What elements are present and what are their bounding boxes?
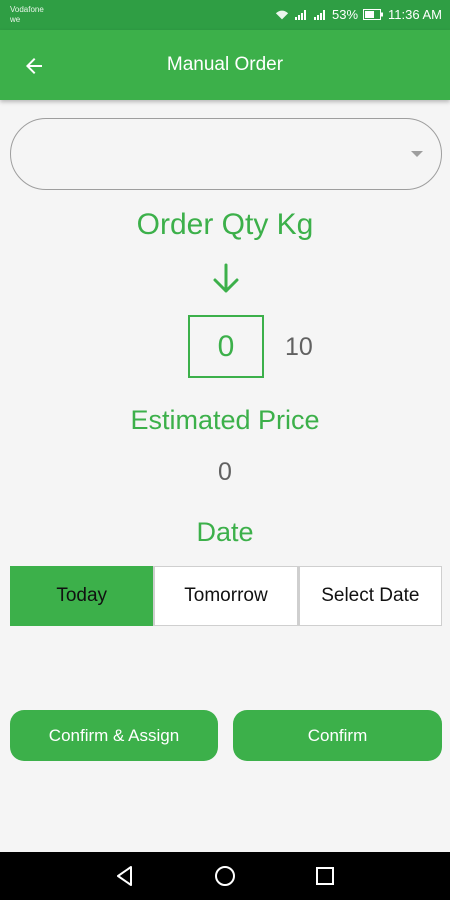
page-title: Manual Order	[166, 54, 284, 75]
order-qty-heading: Order Qty Kg	[136, 208, 314, 241]
status-bar: Vodafone we 53% 11:36 AM	[0, 0, 450, 30]
app-toolbar: Manual Order	[0, 30, 450, 100]
battery-icon	[363, 9, 384, 20]
estimated-price-value: 0	[218, 458, 232, 486]
nav-back-icon[interactable]	[113, 864, 137, 888]
carrier-sub: we	[10, 15, 21, 24]
date-tabs: Today Tomorrow Select Date	[10, 566, 442, 626]
carrier-label: Vodafone we	[10, 5, 44, 25]
confirm-button[interactable]: Confirm	[233, 710, 442, 761]
signal-icon	[295, 9, 306, 20]
date-heading: Date	[196, 517, 254, 547]
arrow-down-icon	[213, 263, 239, 293]
quantity-max: 10	[285, 333, 313, 361]
clock: 11:36 AM	[388, 7, 442, 22]
nav-recents-icon[interactable]	[313, 864, 337, 888]
status-icons: 53% 11:36 AM	[275, 7, 442, 22]
estimated-price-heading: Estimated Price	[130, 405, 320, 435]
caret-down-icon	[411, 151, 423, 157]
wifi-icon	[275, 10, 289, 19]
confirm-assign-button[interactable]: Confirm & Assign	[10, 710, 218, 761]
product-dropdown[interactable]	[10, 118, 442, 190]
tab-tomorrow[interactable]: Tomorrow	[153, 566, 298, 626]
quantity-input[interactable]: 0	[188, 315, 264, 378]
tab-today[interactable]: Today	[10, 566, 154, 626]
tab-select-date[interactable]: Select Date	[297, 566, 442, 626]
nav-home-icon[interactable]	[213, 864, 237, 888]
battery-percent: 53%	[332, 7, 359, 22]
system-nav-bar	[0, 852, 450, 900]
signal-icon-2	[314, 9, 325, 20]
carrier-name: Vodafone	[10, 5, 44, 14]
